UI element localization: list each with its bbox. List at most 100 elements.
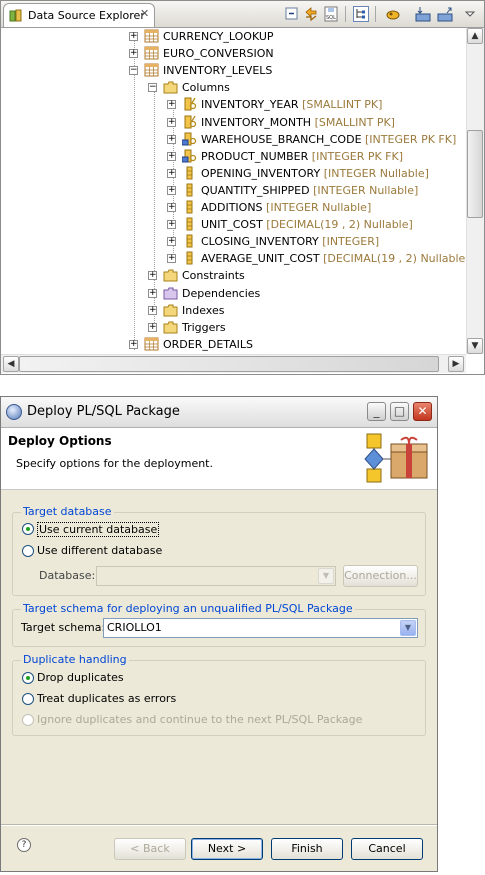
- target-database-group: Target database Use current database Use…: [12, 505, 426, 596]
- column-type: [INTEGER Nullable]: [313, 183, 419, 197]
- chevron-down-icon[interactable]: ▼: [400, 620, 416, 636]
- vertical-scrollbar[interactable]: ▲ ▼: [466, 28, 484, 354]
- connection-button: Connection...: [343, 565, 418, 587]
- foreign-key-column-icon: [182, 149, 197, 163]
- close-icon[interactable]: ✕: [140, 7, 149, 20]
- page-description: Specify options for the deployment.: [16, 457, 213, 470]
- deploy-plsql-dialog: Deploy PL/SQL Package _ □ ✕ Deploy Optio…: [0, 396, 438, 872]
- svg-text:SQL: SQL: [326, 15, 336, 21]
- collapse-all-icon[interactable]: [284, 6, 300, 22]
- tree-guide-line: [134, 40, 135, 350]
- expand-icon[interactable]: +: [167, 100, 176, 110]
- expand-icon[interactable]: +: [167, 168, 176, 178]
- expand-icon[interactable]: +: [129, 49, 138, 59]
- column-icon: [186, 200, 193, 214]
- ignore-duplicates-radio: [22, 714, 34, 726]
- expand-icon[interactable]: +: [167, 237, 176, 247]
- tree-item-label: QUANTITY_SHIPPED [INTEGER Nullable]: [201, 182, 418, 199]
- tree-item-label: ADDITIONS [INTEGER Nullable]: [201, 199, 371, 216]
- expand-icon[interactable]: +: [148, 288, 157, 298]
- scroll-thumb[interactable]: [467, 130, 483, 218]
- tree-item-name: INVENTORY_LEVELS: [163, 64, 273, 78]
- expand-icon[interactable]: +: [167, 220, 176, 230]
- finish-button[interactable]: Finish: [271, 838, 343, 860]
- column-type: [INTEGER Nullable]: [323, 166, 429, 180]
- filter-icon[interactable]: [385, 6, 401, 22]
- tree-item-name: CLOSING_INVENTORY: [201, 235, 319, 249]
- use-current-database-radio[interactable]: [22, 523, 34, 535]
- expand-icon[interactable]: +: [167, 151, 176, 161]
- expand-icon[interactable]: +: [129, 339, 138, 349]
- ignore-duplicates-label: Ignore duplicates and continue to the ne…: [37, 713, 363, 726]
- import-icon[interactable]: [415, 6, 431, 22]
- scroll-left-button[interactable]: ◀: [3, 356, 19, 372]
- expand-icon[interactable]: +: [129, 32, 138, 41]
- tree-item-label: Columns: [182, 79, 230, 96]
- expand-icon[interactable]: +: [167, 185, 176, 195]
- folder-icon: [163, 269, 178, 282]
- treat-duplicates-label[interactable]: Treat duplicates as errors: [37, 692, 176, 705]
- maximize-button[interactable]: □: [390, 402, 409, 421]
- next-button[interactable]: Next >: [191, 838, 263, 860]
- column-type: [SMALLINT PK]: [314, 115, 395, 129]
- column-type: [INTEGER Nullable]: [266, 201, 372, 214]
- tree-item-name: Columns: [182, 81, 230, 95]
- tab-data-source-explorer[interactable]: Data Source Explorer ✕: [3, 3, 155, 27]
- use-different-database-radio[interactable]: [22, 545, 34, 557]
- expand-icon[interactable]: +: [148, 322, 157, 332]
- export-icon[interactable]: [437, 6, 453, 22]
- treat-duplicates-radio[interactable]: [22, 693, 34, 705]
- view-tab-bar: Data Source Explorer ✕ SQL: [1, 1, 484, 28]
- expand-icon[interactable]: +: [148, 271, 157, 281]
- tree-item-label: AVERAGE_UNIT_COST [DECIMAL(19 , 2) Nulla…: [201, 250, 466, 267]
- tree-item-label: Dependencies: [182, 285, 260, 302]
- expand-icon[interactable]: +: [167, 134, 176, 144]
- foreign-key-column-icon: [182, 132, 197, 146]
- collapse-icon[interactable]: −: [129, 66, 138, 76]
- toolbar-separator: [375, 6, 376, 22]
- column-icon: [186, 251, 193, 265]
- view-menu-icon[interactable]: [462, 6, 478, 22]
- tree-item-label: INVENTORY_MONTH [SMALLINT PK]: [201, 114, 395, 131]
- toolbar-separator: [345, 6, 346, 22]
- target-schema-combo[interactable]: CRIOLLO1 ▼: [103, 618, 418, 638]
- tree-item-name: Dependencies: [182, 286, 261, 300]
- cancel-button[interactable]: Cancel: [351, 838, 423, 860]
- primary-key-column-icon: [184, 115, 197, 128]
- help-icon[interactable]: ?: [17, 838, 31, 852]
- tree-layout-icon[interactable]: [353, 6, 369, 22]
- tree-item-label: Constraints: [182, 267, 245, 284]
- expand-icon[interactable]: +: [167, 203, 176, 212]
- use-current-database-label[interactable]: Use current database: [37, 522, 160, 537]
- scroll-up-button[interactable]: ▲: [467, 28, 483, 44]
- column-icon: [186, 234, 193, 248]
- tree-item-label: ORDER_DETAILS: [163, 336, 253, 353]
- horizontal-scrollbar[interactable]: ◀ ▶: [1, 354, 466, 373]
- tree-item-name: Constraints: [182, 269, 245, 283]
- column-icon: [186, 166, 193, 180]
- chevron-down-icon: ▼: [318, 568, 334, 584]
- app-icon: [6, 404, 22, 420]
- expand-icon[interactable]: +: [167, 254, 176, 264]
- target-schema-label: Target schema:: [21, 621, 106, 634]
- link-icon[interactable]: [303, 6, 319, 22]
- drop-duplicates-radio[interactable]: [22, 672, 34, 684]
- folder-icon: [163, 81, 178, 94]
- folder-icon: [163, 321, 178, 334]
- collapse-icon[interactable]: −: [148, 83, 157, 93]
- tree-item-name: ADDITIONS: [201, 201, 263, 214]
- page-title: Deploy Options: [8, 434, 112, 448]
- scroll-thumb[interactable]: [19, 356, 439, 372]
- expand-icon[interactable]: +: [148, 305, 157, 315]
- column-type: [DECIMAL(19 , 2) Nullable]: [266, 218, 413, 232]
- minimize-button[interactable]: _: [367, 402, 386, 421]
- tree-item-name: AVERAGE_UNIT_COST: [201, 252, 320, 266]
- expand-icon[interactable]: +: [167, 117, 176, 127]
- close-button[interactable]: ✕: [413, 402, 432, 421]
- sql-editor-icon[interactable]: SQL: [323, 6, 339, 22]
- scroll-down-button[interactable]: ▼: [467, 338, 483, 354]
- use-different-database-label[interactable]: Use different database: [37, 544, 162, 557]
- scroll-right-button[interactable]: ▶: [448, 356, 464, 372]
- dialog-title-bar[interactable]: Deploy PL/SQL Package _ □ ✕: [1, 397, 437, 428]
- drop-duplicates-label[interactable]: Drop duplicates: [37, 671, 124, 684]
